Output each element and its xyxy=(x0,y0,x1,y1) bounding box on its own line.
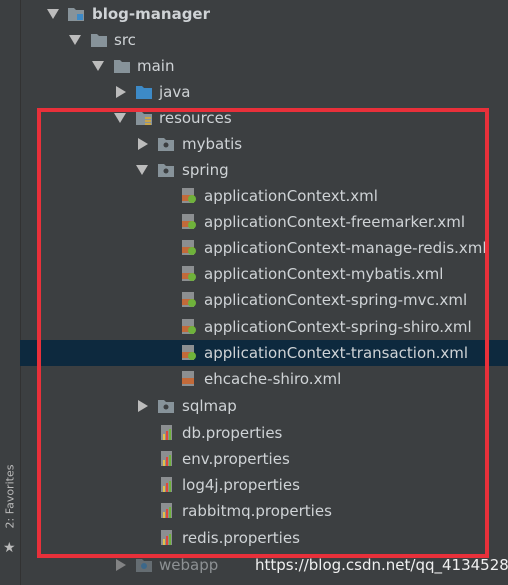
tree-node-blog-manager[interactable]: blog-manager xyxy=(21,1,508,27)
tree-label: java xyxy=(159,83,191,101)
tree-node-main[interactable]: main xyxy=(21,53,508,79)
tree-node-properties-file[interactable]: db.properties xyxy=(21,420,508,446)
tree-label: webapp xyxy=(159,556,219,574)
web-folder-icon xyxy=(136,559,152,572)
tree-label: src xyxy=(114,31,136,49)
tree-node-sqlmap[interactable]: sqlmap xyxy=(21,393,508,419)
tree-label: applicationContext-manage-redis.xml xyxy=(204,239,487,257)
resources-folder-icon xyxy=(136,112,152,125)
spring-xml-icon xyxy=(182,266,196,281)
chevron-down-icon[interactable] xyxy=(136,165,148,175)
properties-file-icon xyxy=(161,503,172,518)
tree-node-src[interactable]: src xyxy=(21,27,508,53)
tree-node-resources[interactable]: resources xyxy=(21,105,508,131)
watermark: https://blog.csdn.net/qq_41345281 xyxy=(255,556,508,574)
tree-label: rabbitmq.properties xyxy=(182,502,332,520)
tree-node-spring-file[interactable]: applicationContext-manage-redis.xml xyxy=(21,235,508,261)
chevron-right-icon[interactable] xyxy=(138,400,148,412)
tree-label: redis.properties xyxy=(182,529,300,547)
tree-label: env.properties xyxy=(182,450,290,468)
tree-label: main xyxy=(137,57,175,75)
tree-node-spring[interactable]: spring xyxy=(21,157,508,183)
tree-node-properties-file[interactable]: rabbitmq.properties xyxy=(21,498,508,524)
folder-icon xyxy=(114,60,130,73)
tree-label: ehcache-shiro.xml xyxy=(204,370,342,388)
tree-node-spring-file[interactable]: applicationContext-freemarker.xml xyxy=(21,209,508,235)
properties-file-icon xyxy=(161,425,172,440)
favorites-star-icon[interactable]: ★ xyxy=(3,540,16,556)
properties-file-icon xyxy=(161,477,172,492)
chevron-down-icon[interactable] xyxy=(92,61,104,71)
tree-label: applicationContext-spring-mvc.xml xyxy=(204,291,468,309)
chevron-right-icon[interactable] xyxy=(138,138,148,150)
folder-icon xyxy=(91,34,107,47)
chevron-right-icon[interactable] xyxy=(116,559,126,571)
tree-node-xml-file[interactable]: ehcache-shiro.xml xyxy=(21,366,508,392)
tree-node-mybatis[interactable]: mybatis xyxy=(21,131,508,157)
chevron-down-icon[interactable] xyxy=(114,113,126,123)
tree-label: sqlmap xyxy=(182,397,237,415)
tree-label: applicationContext-freemarker.xml xyxy=(204,213,466,231)
package-folder-icon xyxy=(158,164,174,177)
project-tree: blog-manager src main java resources myb… xyxy=(20,0,508,585)
properties-file-icon xyxy=(161,451,172,466)
left-tool-strip: 2: Favorites ★ xyxy=(0,0,21,585)
tree-node-properties-file[interactable]: log4j.properties xyxy=(21,472,508,498)
spring-xml-icon xyxy=(182,214,196,229)
tree-label: blog-manager xyxy=(92,5,211,23)
tree-node-spring-file[interactable]: applicationContext-spring-mvc.xml xyxy=(21,287,508,313)
source-folder-icon xyxy=(136,86,152,99)
tree-label: applicationContext-transaction.xml xyxy=(204,344,469,362)
package-folder-icon xyxy=(158,400,174,413)
tree-node-properties-file[interactable]: redis.properties xyxy=(21,525,508,551)
spring-xml-icon xyxy=(182,292,196,307)
spring-xml-icon xyxy=(182,319,196,334)
tree-label: spring xyxy=(182,161,229,179)
tree-label: resources xyxy=(159,109,232,127)
spring-xml-icon xyxy=(182,345,196,360)
tree-label: applicationContext-spring-shiro.xml xyxy=(204,318,472,336)
tree-label: applicationContext-mybatis.xml xyxy=(204,265,444,283)
module-folder-icon xyxy=(68,8,84,21)
spring-xml-icon xyxy=(182,240,196,255)
tree-label: applicationContext.xml xyxy=(204,187,378,205)
tree-node-java[interactable]: java xyxy=(21,79,508,105)
package-folder-icon xyxy=(158,138,174,151)
tree-node-properties-file[interactable]: env.properties xyxy=(21,446,508,472)
tree-label: db.properties xyxy=(182,424,283,442)
spring-xml-icon xyxy=(182,188,196,203)
favorites-tab[interactable]: 2: Favorites xyxy=(3,465,16,529)
chevron-right-icon[interactable] xyxy=(116,86,126,98)
xml-file-icon xyxy=(182,371,194,386)
chevron-down-icon[interactable] xyxy=(69,35,81,45)
tree-node-spring-file[interactable]: applicationContext.xml xyxy=(21,183,508,209)
tree-label: log4j.properties xyxy=(182,476,300,494)
tree-node-spring-file-selected[interactable]: applicationContext-transaction.xml xyxy=(20,340,508,366)
tree-label: mybatis xyxy=(182,135,243,153)
tree-node-spring-file[interactable]: applicationContext-mybatis.xml xyxy=(21,261,508,287)
properties-file-icon xyxy=(161,530,172,545)
tree-node-spring-file[interactable]: applicationContext-spring-shiro.xml xyxy=(21,314,508,340)
chevron-down-icon[interactable] xyxy=(47,9,59,19)
